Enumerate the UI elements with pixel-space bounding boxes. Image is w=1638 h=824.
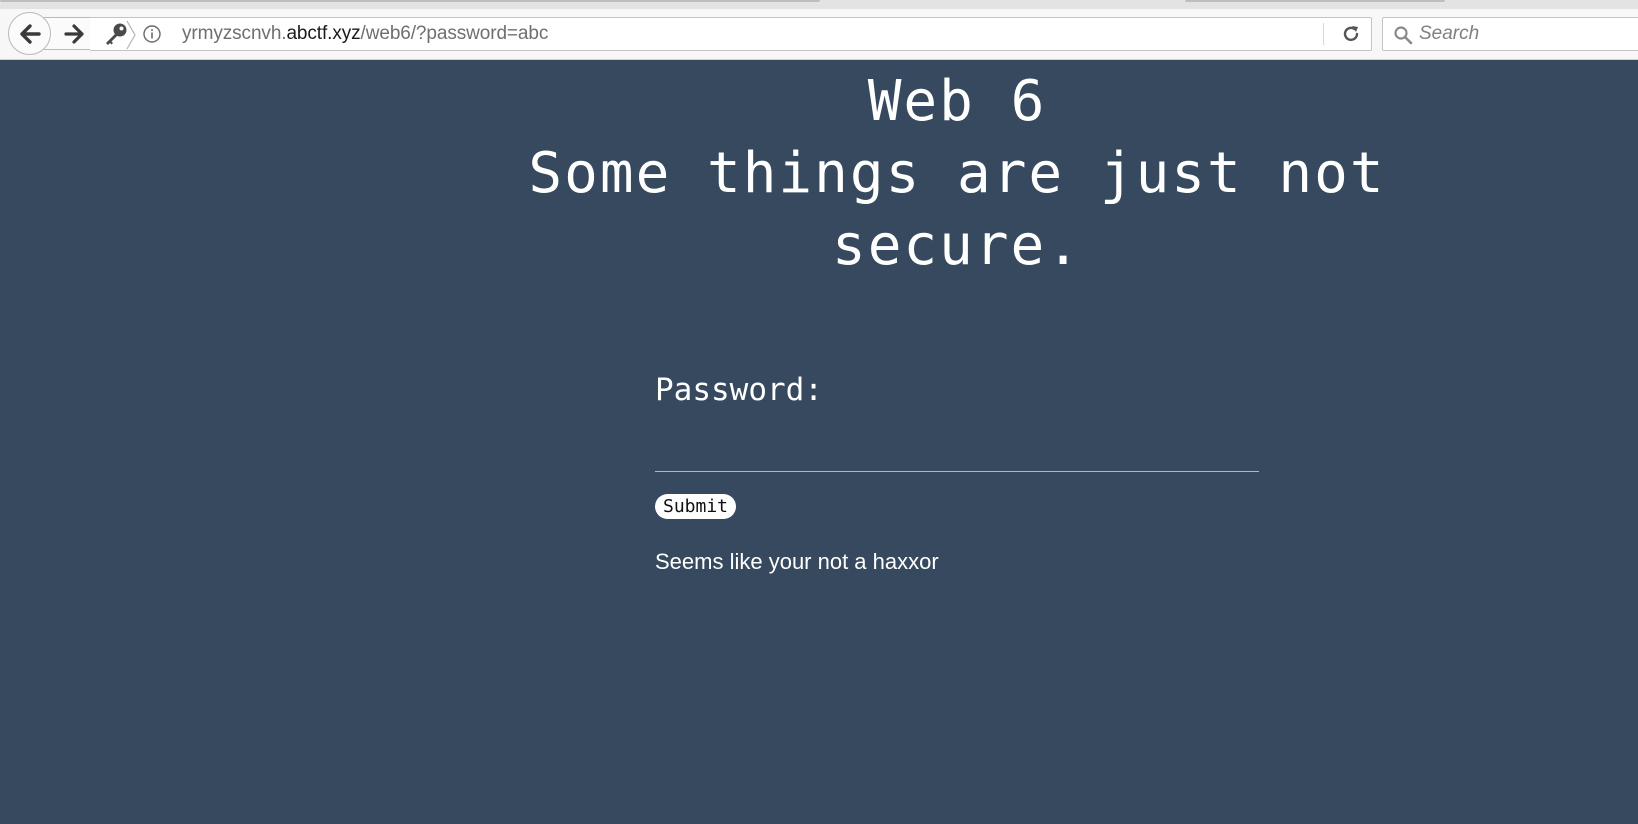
page-title: Web 6 Some things are just not secure. xyxy=(520,66,1394,282)
site-info-button[interactable] xyxy=(142,24,162,44)
search-input[interactable] xyxy=(1419,18,1638,50)
result-message: Seems like your not a haxxor xyxy=(655,549,939,574)
arrow-left-icon xyxy=(19,23,41,44)
tab-strip xyxy=(0,0,1638,9)
reload-divider xyxy=(1323,23,1324,45)
url-text[interactable]: yrmyzscnvh.abctf.xyz/web6/?password=abc xyxy=(182,18,548,50)
back-button[interactable] xyxy=(8,12,51,55)
password-form: Password: Submit Seems like your not a h… xyxy=(655,370,1259,574)
url-subdomain: yrmyzscnvh. xyxy=(182,23,287,44)
nav-buttons xyxy=(8,12,98,55)
info-icon xyxy=(143,25,161,43)
reload-button[interactable] xyxy=(1332,18,1370,50)
reload-icon xyxy=(1343,26,1359,42)
page-subtitle: Some things are just not secure. xyxy=(528,141,1386,278)
password-field[interactable] xyxy=(655,438,1259,472)
magnifier-icon xyxy=(1394,26,1413,45)
url-path: /web6/?password=abc xyxy=(360,23,549,44)
url-domain: abctf.xyz xyxy=(286,23,361,44)
search-bar[interactable] xyxy=(1382,17,1638,51)
address-bar[interactable]: yrmyzscnvh.abctf.xyz/web6/?password=abc xyxy=(90,17,1372,51)
page-content: Web 6 Some things are just not secure. P… xyxy=(0,60,1638,824)
submit-button[interactable]: Submit xyxy=(655,494,737,519)
browser-toolbar: yrmyzscnvh.abctf.xyz/web6/?password=abc xyxy=(0,9,1638,60)
arrow-right-icon xyxy=(63,23,84,44)
tab-edge xyxy=(1185,0,1445,2)
password-label: Password: xyxy=(655,372,823,408)
chevron-separator-icon xyxy=(126,20,136,50)
page-title-heading: Web 6 xyxy=(867,69,1047,134)
tab-edge xyxy=(0,0,820,2)
